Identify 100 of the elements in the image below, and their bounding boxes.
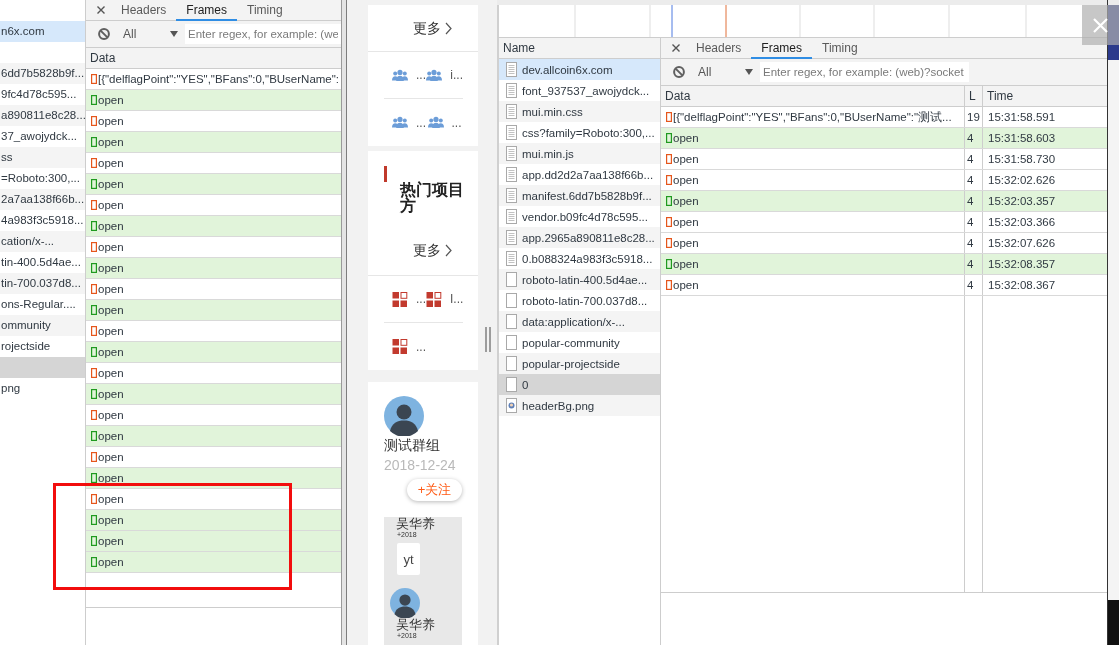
request-name: popular-projectside bbox=[522, 357, 620, 370]
frame-row[interactable]: open 4 15:32:08.367 bbox=[661, 275, 1107, 296]
frame-data: open bbox=[673, 195, 699, 207]
request-row[interactable]: 0 bbox=[499, 374, 660, 395]
block-icon[interactable] bbox=[98, 28, 110, 40]
resize-handle[interactable] bbox=[484, 327, 491, 352]
frame-row[interactable]: open 4 15:31:58.603 bbox=[661, 128, 1107, 149]
frame-marker-icon bbox=[91, 242, 97, 252]
frame-data: open bbox=[98, 409, 124, 421]
frame-data: open bbox=[98, 325, 124, 337]
frame-row[interactable]: open bbox=[86, 132, 341, 153]
frame-row[interactable]: open bbox=[86, 342, 341, 363]
frame-data: open bbox=[673, 174, 699, 186]
chevron-right-icon bbox=[445, 21, 452, 35]
frame-row[interactable]: open 4 15:31:58.730 bbox=[661, 149, 1107, 170]
type-filter-select[interactable]: All bbox=[123, 27, 178, 41]
frame-time: 15:32:07.626 bbox=[987, 236, 1057, 251]
frame-data: open bbox=[673, 237, 699, 249]
frame-data: open bbox=[98, 535, 124, 547]
frame-row[interactable]: open bbox=[86, 300, 341, 321]
frame-marker-icon bbox=[91, 431, 97, 441]
frame-marker-icon bbox=[91, 116, 97, 126]
frame-row[interactable]: open 4 15:32:03.366 bbox=[661, 212, 1107, 233]
frame-row[interactable]: open bbox=[86, 258, 341, 279]
request-row[interactable]: cation/x-... bbox=[0, 231, 85, 252]
frame-row[interactable]: open bbox=[86, 174, 341, 195]
list-link[interactable]: ... bbox=[392, 339, 431, 354]
more-link[interactable]: 更多 bbox=[413, 20, 452, 36]
frame-length: 4 bbox=[965, 254, 983, 274]
request-row[interactable]: 2a7aa138f66b... bbox=[0, 189, 85, 210]
frame-marker-icon bbox=[91, 452, 97, 462]
list-link[interactable]: ... bbox=[392, 67, 427, 83]
request-name: roboto-latin-400.5d4ae... bbox=[522, 273, 648, 286]
list-link[interactable]: ... bbox=[392, 115, 428, 130]
frame-row[interactable]: open bbox=[86, 468, 341, 489]
request-row[interactable]: dev.allcoin6x.com bbox=[499, 59, 660, 80]
column-header[interactable]: Time bbox=[983, 86, 1107, 106]
frame-marker-icon bbox=[91, 200, 97, 210]
filter-input[interactable]: Enter regex, for example: (web)?socket bbox=[760, 62, 969, 82]
avatar-icon bbox=[384, 396, 424, 436]
frame-row[interactable]: open 4 15:32:07.626 bbox=[661, 233, 1107, 254]
frame-data: [{"delflagPoint":"YES","BFans":0,"BUserName": bbox=[98, 73, 340, 85]
request-row[interactable]: headerBg.png bbox=[499, 395, 660, 416]
tab[interactable]: Headers bbox=[686, 38, 752, 59]
close-icon[interactable] bbox=[97, 6, 105, 14]
column-header[interactable]: Data bbox=[86, 48, 341, 68]
column-header[interactable]: Name bbox=[499, 38, 660, 59]
request-row[interactable]: manifest.6dd7b5828b9f... bbox=[499, 185, 660, 206]
frame-row[interactable]: open bbox=[86, 552, 341, 573]
frame-row[interactable]: open bbox=[86, 531, 341, 552]
request-row[interactable]: ommunity bbox=[0, 315, 85, 336]
request-row[interactable]: app.2965a890811e8c28... bbox=[499, 227, 660, 248]
frame-row[interactable]: open bbox=[86, 510, 341, 531]
file-icon bbox=[506, 293, 517, 308]
tab[interactable]: Headers bbox=[111, 0, 177, 21]
list-link[interactable]: ... bbox=[392, 291, 426, 307]
document-icon bbox=[506, 125, 517, 140]
tab[interactable]: Timing bbox=[237, 0, 293, 21]
tab[interactable]: Timing bbox=[812, 38, 868, 59]
frame-row[interactable]: [{"delflagPoint":"YES","BFans":0,"BUserName":"测试... 19 15:31:58.591 bbox=[661, 107, 1107, 128]
more-link[interactable]: 更多 bbox=[413, 242, 452, 258]
request-row[interactable]: 6dd7b5828b9f... bbox=[0, 63, 85, 84]
frame-row[interactable]: open bbox=[86, 384, 341, 405]
list-link[interactable]: I... bbox=[426, 291, 464, 307]
people-icon bbox=[392, 67, 408, 83]
frame-row[interactable]: open 4 15:32:03.357 bbox=[661, 191, 1107, 212]
request-row[interactable]: roboto-latin-400.5d4ae... bbox=[499, 269, 660, 290]
request-name: vendor.b09fc4d78c595... bbox=[522, 210, 648, 223]
request-row[interactable]: ss bbox=[0, 147, 85, 168]
request-row[interactable]: data:application/x-... bbox=[499, 311, 660, 332]
column-header[interactable]: Data bbox=[661, 86, 965, 106]
request-row[interactable]: tin-700.037d8... bbox=[0, 273, 85, 294]
frame-data: open bbox=[98, 241, 124, 253]
request-row[interactable]: a890811e8c28... bbox=[0, 105, 85, 126]
list-link[interactable]: ... bbox=[427, 115, 463, 130]
block-icon[interactable] bbox=[673, 66, 685, 78]
request-name: 0.b088324a983f3c5918... bbox=[522, 252, 653, 265]
frame-marker-icon bbox=[666, 259, 672, 269]
grid-icon bbox=[392, 339, 408, 354]
file-icon bbox=[506, 335, 517, 350]
frame-data: open bbox=[98, 388, 124, 400]
close-button[interactable] bbox=[1082, 5, 1119, 45]
list-link[interactable]: i... bbox=[426, 67, 463, 83]
filter-input[interactable]: Enter regex, for example: (we bbox=[185, 24, 341, 44]
request-row[interactable]: mui.min.js bbox=[499, 143, 660, 164]
frame-row[interactable]: open bbox=[86, 426, 341, 447]
request-row[interactable]: popular-projectside bbox=[499, 353, 660, 374]
frame-data: open bbox=[98, 472, 124, 484]
frame-row[interactable]: open bbox=[86, 90, 341, 111]
close-icon[interactable] bbox=[672, 44, 680, 52]
frame-row[interactable]: open 4 15:32:08.357 bbox=[661, 254, 1107, 275]
frame-row[interactable]: open 4 15:32:02.626 bbox=[661, 170, 1107, 191]
request-row[interactable]: n6x.com bbox=[0, 21, 85, 42]
frame-data: open bbox=[673, 153, 699, 165]
column-header[interactable]: L bbox=[965, 86, 983, 106]
request-row[interactable]: mui.min.css bbox=[499, 101, 660, 122]
frame-length: 4 bbox=[965, 233, 983, 253]
chevron-right-icon bbox=[445, 243, 452, 257]
frame-row[interactable]: open bbox=[86, 216, 341, 237]
type-filter-select[interactable]: All bbox=[698, 65, 753, 79]
